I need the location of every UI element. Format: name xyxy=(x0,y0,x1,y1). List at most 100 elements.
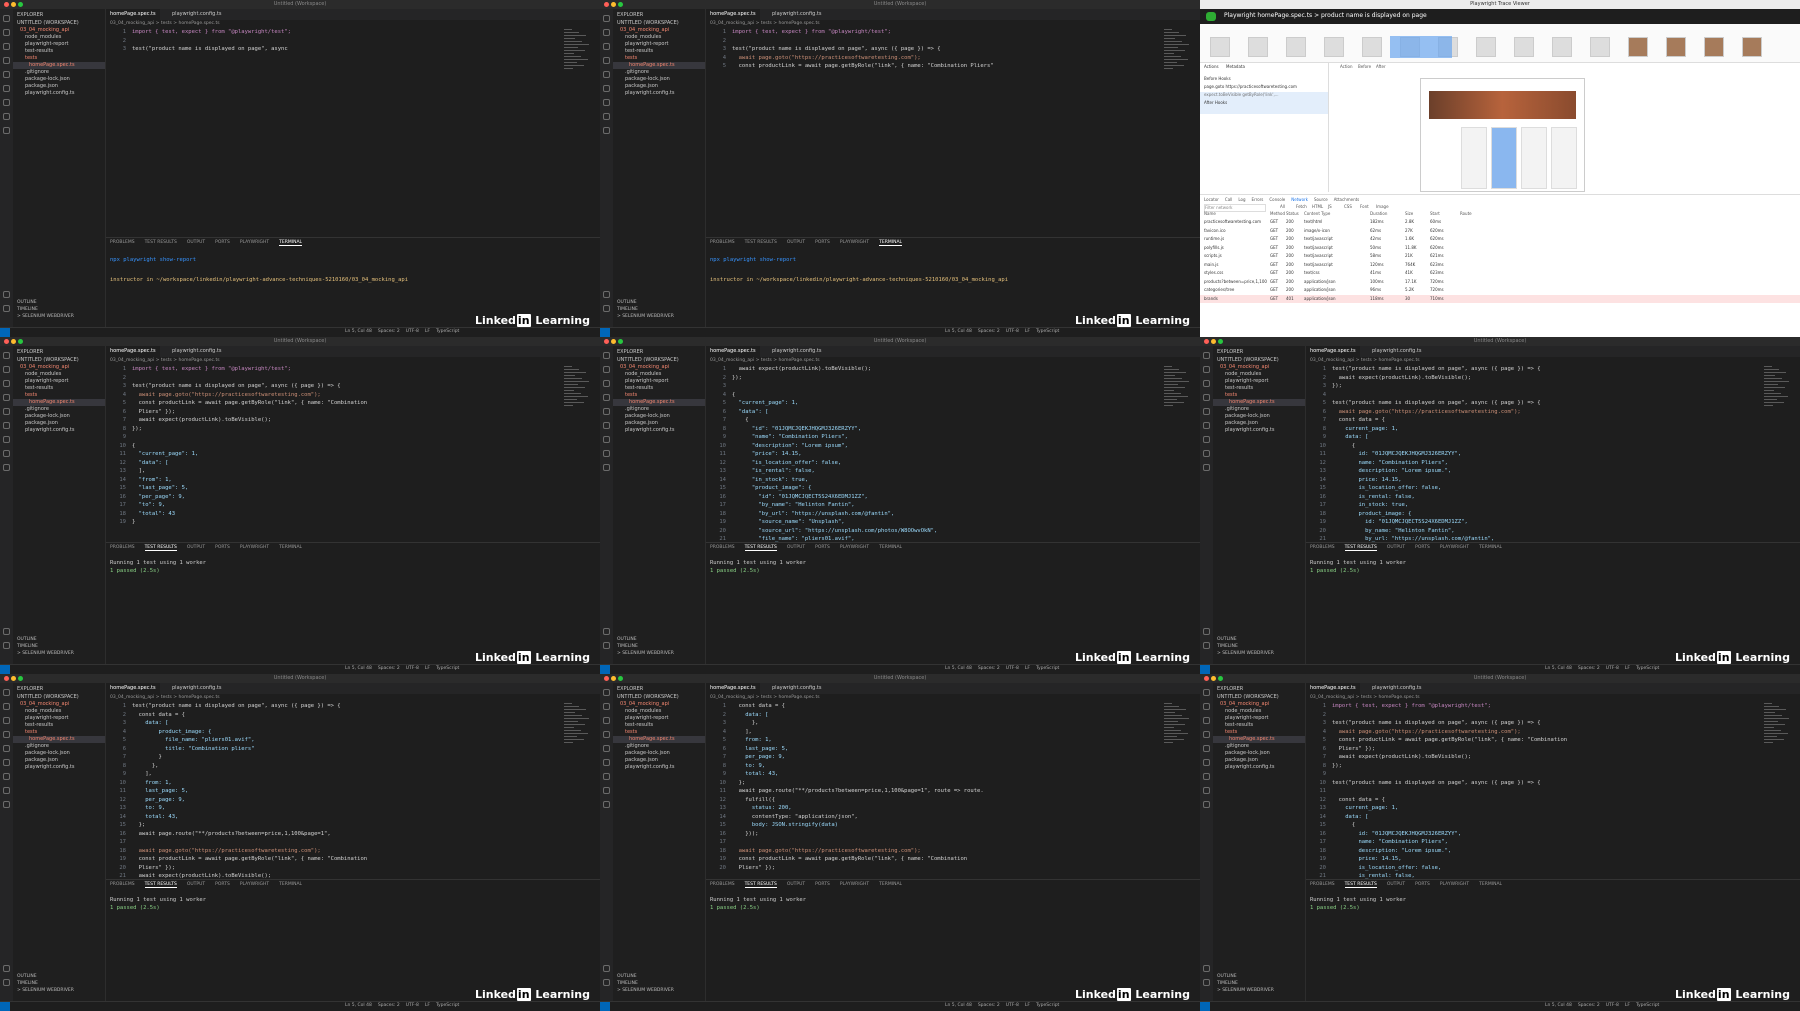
account-icon[interactable] xyxy=(603,965,610,972)
playwright-icon[interactable] xyxy=(3,801,10,808)
status-spaces[interactable]: Spaces: 2 xyxy=(978,666,1000,671)
sidebar-section-timeline[interactable]: TIMELINE xyxy=(17,644,38,649)
extensions-icon[interactable] xyxy=(603,408,610,415)
editor-tab[interactable]: homePage.spec.ts xyxy=(1306,683,1360,694)
minimap[interactable] xyxy=(564,29,592,73)
timeline-screenshot[interactable] xyxy=(1704,37,1724,57)
manage-gear-icon[interactable] xyxy=(603,305,610,312)
explorer-item[interactable]: test-results xyxy=(625,48,653,55)
explorer-item[interactable]: playwright.config.ts xyxy=(25,427,74,434)
timeline-screenshot[interactable] xyxy=(1742,37,1762,57)
playwright-icon[interactable] xyxy=(1203,801,1210,808)
panel-tab[interactable]: TEST RESULTS xyxy=(744,545,777,551)
explorer-item[interactable]: .gitignore xyxy=(1225,406,1249,413)
panel-tab[interactable]: TEST RESULTS xyxy=(744,882,777,888)
panel-tab[interactable]: PROBLEMS xyxy=(1310,882,1335,887)
sidebar-section-outline[interactable]: OUTLINE xyxy=(617,637,637,642)
explorer-item[interactable]: package-lock.json xyxy=(1225,413,1270,420)
testing-icon[interactable] xyxy=(603,422,610,429)
remote-indicator[interactable] xyxy=(0,328,10,337)
panel-tab[interactable]: PORTS xyxy=(815,545,830,550)
status-position[interactable]: Ln 5, Col 48 xyxy=(945,666,972,671)
editor-tab[interactable]: playwright.config.ts xyxy=(168,683,225,694)
network-column-header[interactable]: Route xyxy=(1460,211,1472,216)
network-column-header[interactable]: Status xyxy=(1286,211,1299,216)
bottom-tab[interactable]: Errors xyxy=(1252,197,1264,202)
breadcrumb[interactable]: 03_04_mocking_api > tests > homePage.spe… xyxy=(110,20,220,27)
timeline-selection[interactable] xyxy=(1390,36,1452,58)
workspace-label[interactable]: UNTITLED (WORKSPACE) xyxy=(617,20,679,27)
bottom-tab[interactable]: Network xyxy=(1291,197,1308,202)
docker-icon[interactable] xyxy=(603,787,610,794)
status-eol[interactable]: LF xyxy=(425,329,430,334)
network-row[interactable]: products?between=price,1,100 GET 200 applic… xyxy=(1200,278,1800,286)
sidebar-section-timeline[interactable]: TIMELINE xyxy=(1217,644,1238,649)
explorer-item[interactable]: .gitignore xyxy=(25,743,49,750)
status-position[interactable]: Ln 5, Col 48 xyxy=(1545,1003,1572,1008)
search-icon[interactable] xyxy=(1203,703,1210,710)
testing-icon[interactable] xyxy=(3,422,10,429)
remote-icon[interactable] xyxy=(1203,436,1210,443)
remote-icon[interactable] xyxy=(603,436,610,443)
status-position[interactable]: Ln 5, Col 48 xyxy=(345,329,372,334)
panel-tab[interactable]: PROBLEMS xyxy=(110,545,135,550)
explorer-item[interactable]: playwright.config.ts xyxy=(625,764,674,771)
panel-tab[interactable]: OUTPUT xyxy=(787,545,805,550)
minimap[interactable] xyxy=(1164,366,1192,410)
files-icon[interactable] xyxy=(1203,689,1210,696)
explorer-item[interactable]: tests xyxy=(25,729,37,736)
files-icon[interactable] xyxy=(3,352,10,359)
editor-tab[interactable]: homePage.spec.ts xyxy=(1306,346,1360,357)
status-position[interactable]: Ln 5, Col 48 xyxy=(345,666,372,671)
explorer-item[interactable]: playwright-report xyxy=(1225,378,1269,385)
panel-tab[interactable]: OUTPUT xyxy=(187,545,205,550)
explorer-item[interactable]: package.json xyxy=(625,757,658,764)
explorer-item[interactable]: playwright.config.ts xyxy=(25,90,74,97)
explorer-item[interactable]: .gitignore xyxy=(25,69,49,76)
explorer-item[interactable]: .gitignore xyxy=(625,69,649,76)
timeline-screenshot[interactable] xyxy=(1248,37,1268,57)
manage-gear-icon[interactable] xyxy=(3,642,10,649)
status-position[interactable]: Ln 5, Col 48 xyxy=(945,1003,972,1008)
explorer-item[interactable]: homePage.spec.ts xyxy=(13,62,105,69)
panel-tab[interactable]: PLAYWRIGHT xyxy=(840,240,869,245)
explorer-item[interactable]: playwright-report xyxy=(1225,715,1269,722)
network-column-header[interactable]: Content Type xyxy=(1304,211,1330,216)
network-row[interactable]: favicon.ico GET 200 image/x-icon 62ms 27K 620m… xyxy=(1200,227,1800,235)
run-debug-icon[interactable] xyxy=(603,394,610,401)
docker-icon[interactable] xyxy=(3,113,10,120)
panel-tab[interactable]: TERMINAL xyxy=(879,240,903,246)
explorer-item[interactable]: playwright.config.ts xyxy=(625,427,674,434)
run-debug-icon[interactable] xyxy=(3,731,10,738)
breadcrumb[interactable]: 03_04_mocking_api > tests > homePage.spe… xyxy=(110,357,220,364)
search-icon[interactable] xyxy=(3,703,10,710)
testing-icon[interactable] xyxy=(3,759,10,766)
panel-tab[interactable]: PORTS xyxy=(815,882,830,887)
panel-tab[interactable]: PORTS xyxy=(815,240,830,245)
source-control-icon[interactable] xyxy=(3,717,10,724)
explorer-item[interactable]: tests xyxy=(1225,392,1237,399)
sidebar-section-extra[interactable]: > SELENIUM WEBDRIVER xyxy=(17,651,74,656)
network-column-header[interactable]: Name xyxy=(1204,211,1216,216)
panel-tab[interactable]: PROBLEMS xyxy=(710,882,735,887)
status-lang[interactable]: TypeScript xyxy=(436,329,459,334)
playwright-icon[interactable] xyxy=(3,464,10,471)
remote-icon[interactable] xyxy=(3,773,10,780)
remote-icon[interactable] xyxy=(3,99,10,106)
panel-tab[interactable]: PLAYWRIGHT xyxy=(240,545,269,550)
status-lang[interactable]: TypeScript xyxy=(1036,329,1059,334)
snapshot-product-card[interactable] xyxy=(1491,127,1517,189)
account-icon[interactable] xyxy=(3,628,10,635)
status-spaces[interactable]: Spaces: 2 xyxy=(978,1003,1000,1008)
sidebar-section-timeline[interactable]: TIMELINE xyxy=(17,981,38,986)
status-lang[interactable]: TypeScript xyxy=(1636,1003,1659,1008)
status-spaces[interactable]: Spaces: 2 xyxy=(378,1003,400,1008)
network-filter-chip[interactable]: JS xyxy=(1328,204,1332,209)
explorer-item[interactable]: playwright.config.ts xyxy=(25,764,74,771)
status-eol[interactable]: LF xyxy=(1025,329,1030,334)
panel-tab[interactable]: PLAYWRIGHT xyxy=(840,882,869,887)
files-icon[interactable] xyxy=(603,352,610,359)
sidebar-section-outline[interactable]: OUTLINE xyxy=(17,300,37,305)
sidebar-section-outline[interactable]: OUTLINE xyxy=(617,974,637,979)
explorer-item[interactable]: package.json xyxy=(625,83,658,90)
